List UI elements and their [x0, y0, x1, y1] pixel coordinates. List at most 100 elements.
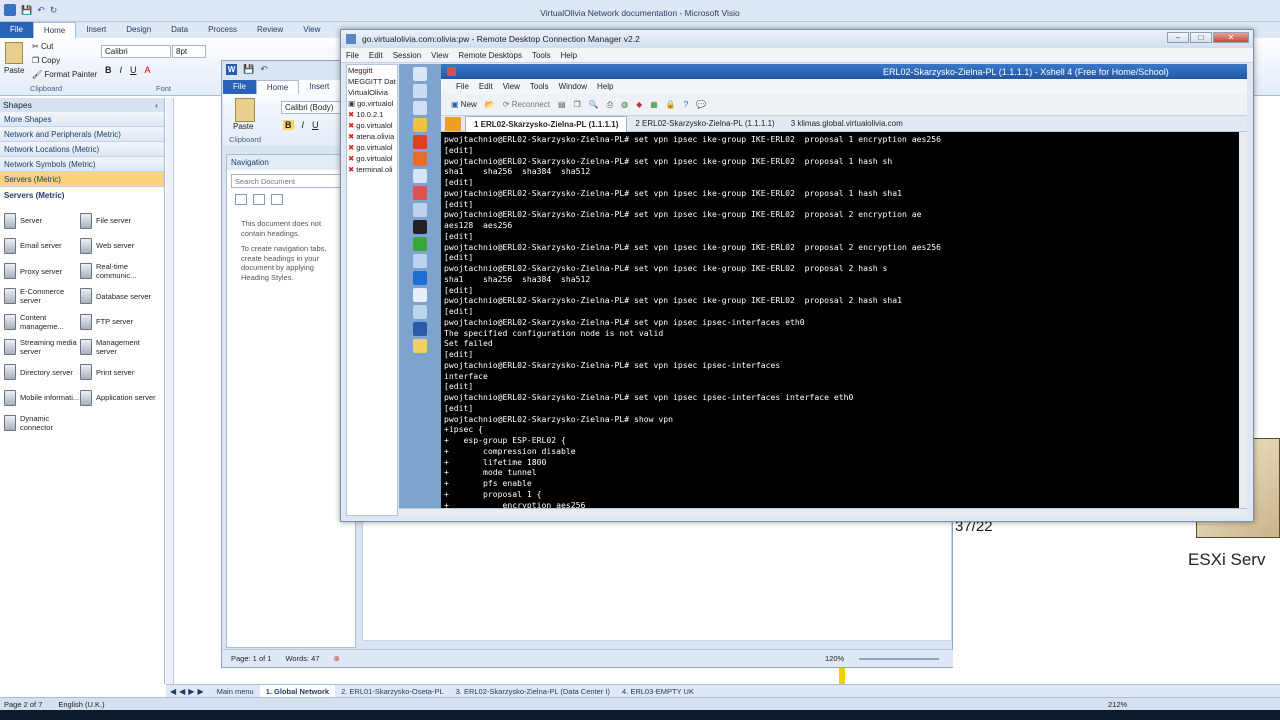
copy-button[interactable]: ❐ Copy	[32, 56, 60, 65]
new-session-button[interactable]: ▣ New	[451, 100, 477, 109]
session-app-icon[interactable]	[413, 152, 427, 166]
tab-review[interactable]: Review	[247, 22, 293, 38]
rdcm-menu-session[interactable]: Session	[388, 48, 426, 63]
stencil-more-shapes[interactable]: More Shapes	[0, 112, 164, 127]
session-app-icon[interactable]	[413, 118, 427, 132]
connector-marker[interactable]	[839, 668, 845, 684]
shape-item[interactable]: Content manageme...	[4, 309, 84, 334]
word-font-box[interactable]: Calibri (Body)	[281, 101, 343, 114]
lock-icon[interactable]: 🔒	[666, 100, 676, 109]
font-color-icon[interactable]: A	[145, 65, 151, 75]
minimize-icon[interactable]: –	[1167, 32, 1189, 43]
tab-file[interactable]: File	[0, 22, 33, 38]
terminal-output[interactable]: pwojtachnio@ERL02-Skarzysko-Zielna-PL# s…	[441, 132, 1239, 508]
shape-item[interactable]: Email server	[4, 233, 84, 258]
maximize-icon[interactable]: □	[1190, 32, 1212, 43]
paste-button[interactable]: Paste	[4, 66, 24, 75]
stencil-network-locations[interactable]: Network Locations (Metric)	[0, 142, 164, 157]
tab-view[interactable]: View	[293, 22, 330, 38]
shape-item[interactable]: E-Commerce server	[4, 284, 84, 309]
session-app-icon[interactable]	[413, 203, 427, 217]
xshell-menu-edit[interactable]: Edit	[474, 79, 498, 94]
shape-item[interactable]: Mobile informati...	[4, 385, 84, 410]
reconnect-button[interactable]: ⟳ Reconnect	[503, 100, 550, 109]
status-zoom[interactable]: 212%	[1108, 700, 1127, 709]
close-icon[interactable]: ✕	[1213, 32, 1249, 43]
page-nav-arrows-icon[interactable]: ◀◀▶▶	[166, 687, 211, 696]
tab-add-icon[interactable]	[445, 116, 461, 131]
underline-icon[interactable]: U	[130, 65, 137, 75]
session-app-icon[interactable]	[413, 101, 427, 115]
font-size-box[interactable]: 8pt	[172, 45, 206, 58]
word-zoom-level[interactable]: 120%	[825, 654, 844, 663]
session-app-icon[interactable]	[413, 271, 427, 285]
rdcm-menu-tools[interactable]: Tools	[527, 48, 556, 63]
session-app-icon[interactable]	[413, 220, 427, 234]
shape-item[interactable]: File server	[80, 208, 160, 233]
paste-icon[interactable]	[5, 42, 23, 64]
tab-data[interactable]: Data	[161, 22, 198, 38]
shape-item[interactable]: Web server	[80, 233, 160, 258]
tree-item[interactable]: ✖ atena.olivia	[347, 131, 397, 142]
tree-item[interactable]: ✖ go.virtualol	[347, 153, 397, 164]
shape-item[interactable]: Dynamic connector	[4, 410, 84, 435]
xshell-tab-1[interactable]: 1 ERL02-Skarzysko-Zielna-PL (1.1.1.1)	[465, 115, 628, 132]
session-app-icon[interactable]	[413, 169, 427, 183]
xshell-menu-view[interactable]: View	[498, 79, 525, 94]
tree-item[interactable]: Meggitt	[347, 65, 397, 76]
status-page[interactable]: Page 2 of 7	[4, 700, 42, 709]
font-name-box[interactable]: Calibri	[101, 45, 171, 58]
session-app-icon[interactable]	[413, 254, 427, 268]
session-app-icon[interactable]	[413, 186, 427, 200]
cut-button[interactable]: ✂ Cut	[32, 42, 53, 51]
esxi-server-label[interactable]: ESXi Serv	[1188, 550, 1265, 570]
word-tab-insert[interactable]: Insert	[299, 80, 339, 94]
shape-item[interactable]: Management server	[80, 335, 160, 360]
pages-view-icon[interactable]	[253, 194, 265, 205]
results-view-icon[interactable]	[271, 194, 283, 205]
properties-icon[interactable]: ▤	[558, 100, 566, 109]
print-icon[interactable]: ⎙	[607, 100, 613, 110]
shape-item[interactable]: Database server	[80, 284, 160, 309]
globe-icon[interactable]: ◍	[621, 100, 628, 109]
word-paste-icon[interactable]	[235, 98, 255, 122]
word-italic-icon[interactable]: I	[302, 120, 305, 130]
session-app-icon[interactable]	[413, 237, 427, 251]
tab-design[interactable]: Design	[116, 22, 161, 38]
session-app-icon[interactable]	[413, 135, 427, 149]
page-tab-erl03[interactable]: 4. ERL03-EMPTY UK	[616, 685, 700, 698]
tree-item[interactable]: ▣ go.virtualol	[347, 98, 397, 109]
page-tab-global-network[interactable]: 1. Global Network	[259, 684, 336, 698]
rdcm-menu-help[interactable]: Help	[556, 48, 582, 63]
headings-view-icon[interactable]	[235, 194, 247, 205]
tree-item[interactable]: ✖ terminal.oli	[347, 164, 397, 175]
shape-item[interactable]: Proxy server	[4, 259, 84, 284]
stencil-network-peripherals[interactable]: Network and Peripherals (Metric)	[0, 127, 164, 142]
stencil-network-symbols[interactable]: Network Symbols (Metric)	[0, 157, 164, 172]
tree-item[interactable]: ✖ go.virtualol	[347, 142, 397, 153]
tree-item[interactable]: MEGGITT Dat	[347, 76, 397, 87]
word-bold-icon[interactable]: B	[283, 120, 294, 130]
word-save-icon[interactable]: 💾	[243, 64, 254, 75]
word-tab-home[interactable]: Home	[255, 80, 300, 94]
proofing-icon[interactable]: ⊗	[334, 654, 340, 663]
italic-icon[interactable]: I	[120, 65, 123, 75]
shape-item[interactable]: FTP server	[80, 309, 160, 334]
terminal-scrollbar[interactable]	[1239, 132, 1247, 508]
search-document-input[interactable]	[231, 174, 349, 188]
tab-process[interactable]: Process	[198, 22, 247, 38]
rdcm-menu-edit[interactable]: Edit	[364, 48, 388, 63]
tree-item[interactable]: ✖ 10.0.2.1	[347, 109, 397, 120]
shape-item[interactable]: Server	[4, 208, 84, 233]
status-language[interactable]: English (U.K.)	[58, 700, 104, 709]
shape-item[interactable]: Real-time communic...	[80, 259, 160, 284]
word-zoom-slider[interactable]	[859, 658, 939, 660]
word-paste-button[interactable]: Paste	[233, 122, 253, 131]
session-app-icon[interactable]	[413, 339, 427, 353]
rdcm-menu-view[interactable]: View	[426, 48, 453, 63]
tab-home[interactable]: Home	[32, 22, 77, 38]
bold-icon[interactable]: B	[105, 65, 112, 75]
stencil-servers[interactable]: Servers (Metric)	[0, 172, 164, 187]
word-page-count[interactable]: Page: 1 of 1	[231, 654, 271, 663]
page-tab-erl02[interactable]: 3. ERL02-Skarzysko-Zielna-PL (Data Cente…	[450, 685, 616, 698]
